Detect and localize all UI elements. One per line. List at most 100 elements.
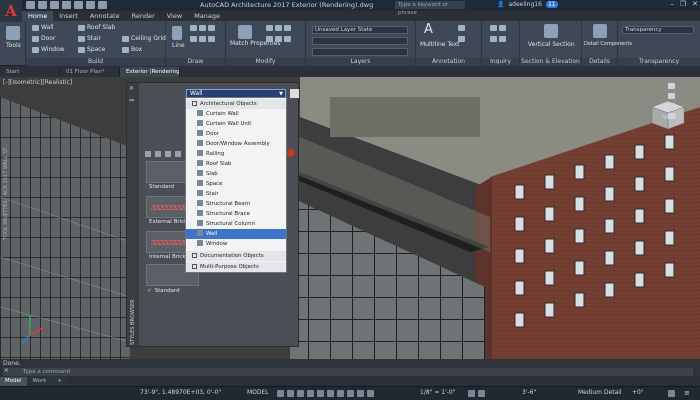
id-point-icon[interactable] bbox=[490, 36, 497, 42]
dimension-icon[interactable] bbox=[458, 25, 465, 31]
rotate-icon[interactable] bbox=[284, 25, 291, 31]
display-configuration-dropdown[interactable]: Medium Detail bbox=[578, 389, 622, 396]
tab-home[interactable]: Home bbox=[22, 11, 54, 21]
modify-panel-title[interactable]: Modify bbox=[226, 58, 305, 66]
tab-insert[interactable]: Insert bbox=[53, 11, 84, 21]
list-item-door[interactable]: Door bbox=[186, 129, 286, 139]
list-item-space[interactable]: Space bbox=[186, 179, 286, 189]
spline-icon[interactable] bbox=[208, 36, 215, 42]
list-item-curtain-wall-unit[interactable]: Curtain Wall Unit bbox=[186, 119, 286, 129]
list-item-railing[interactable]: Railing bbox=[186, 149, 286, 159]
door-button[interactable]: Door bbox=[32, 35, 55, 42]
annotation-scale-icon[interactable] bbox=[367, 390, 374, 397]
layer-tools-row[interactable] bbox=[312, 48, 408, 56]
otrack-icon[interactable] bbox=[327, 390, 334, 397]
layers-panel-title[interactable]: Layers bbox=[306, 58, 415, 66]
zoom-icon[interactable] bbox=[668, 103, 675, 109]
multiline-text-button[interactable]: Multiline Text bbox=[420, 41, 460, 48]
orbit-icon[interactable] bbox=[668, 113, 675, 119]
section-elevation-panel-title[interactable]: Section & Elevation bbox=[520, 58, 581, 66]
window-button[interactable]: Window bbox=[32, 46, 65, 53]
minimize-button[interactable]: – bbox=[670, 0, 674, 8]
box-button[interactable]: Box bbox=[122, 46, 142, 53]
tab-view[interactable]: View bbox=[161, 11, 188, 21]
steering-wheel-icon[interactable] bbox=[668, 83, 675, 89]
copy-style-icon[interactable] bbox=[155, 151, 161, 157]
vertical-section-button[interactable]: Vertical Section bbox=[528, 41, 575, 48]
list-icon[interactable] bbox=[499, 36, 506, 42]
notification-badge[interactable]: 11 bbox=[545, 1, 558, 8]
add-layout-button[interactable]: + bbox=[52, 377, 68, 386]
doc-tab-start[interactable]: Start bbox=[0, 67, 60, 77]
measure-icon[interactable] bbox=[490, 25, 497, 31]
cut-plane-readout[interactable]: +0" bbox=[632, 389, 644, 396]
ceiling-grid-button[interactable]: Ceiling Grid bbox=[122, 35, 166, 42]
stair-button[interactable]: Stair bbox=[78, 35, 101, 42]
command-close-icon[interactable]: ✕ bbox=[4, 368, 9, 374]
customization-icon[interactable]: ≡ bbox=[684, 389, 690, 397]
palette-close-icon[interactable]: ✕ bbox=[129, 85, 134, 92]
doc-tab-floor-plan[interactable]: 01 Floor Plan* bbox=[60, 67, 120, 77]
arc-icon[interactable] bbox=[199, 25, 206, 31]
rectangle-icon[interactable] bbox=[208, 25, 215, 31]
list-item-slab[interactable]: Slab bbox=[186, 169, 286, 179]
wall-button[interactable]: Wall bbox=[32, 24, 54, 31]
transparency-field[interactable]: Transparency bbox=[622, 26, 694, 34]
user-account[interactable]: 👤 adeeling16 11 bbox=[497, 1, 558, 8]
lineweight-icon[interactable] bbox=[337, 390, 344, 397]
hatch-icon[interactable] bbox=[199, 36, 206, 42]
print-icon[interactable] bbox=[74, 1, 83, 9]
annotation-panel-title[interactable]: Annotation bbox=[416, 58, 481, 66]
list-item-wall[interactable]: Wall bbox=[186, 229, 286, 239]
move-icon[interactable] bbox=[266, 25, 273, 31]
line-button[interactable]: Line bbox=[172, 42, 185, 49]
save-as-icon[interactable] bbox=[62, 1, 71, 9]
offset-icon[interactable] bbox=[275, 36, 282, 42]
trim-icon[interactable] bbox=[266, 36, 273, 42]
palette-options-button[interactable] bbox=[290, 89, 299, 98]
current-style-label[interactable]: ✔ Standard bbox=[147, 288, 180, 294]
list-item-door-window-assembly[interactable]: Door/Window Assembly bbox=[186, 139, 286, 149]
viewport-controls-label[interactable]: [-][Isometric][Realistic] bbox=[3, 79, 72, 86]
close-button[interactable]: ✕ bbox=[692, 0, 698, 8]
list-item-curtain-wall[interactable]: Curtain Wall bbox=[186, 109, 286, 119]
new-style-icon[interactable] bbox=[145, 151, 151, 157]
erase-icon[interactable] bbox=[284, 36, 291, 42]
layout-tab-work[interactable]: Work bbox=[27, 377, 52, 386]
workspace-icon[interactable] bbox=[468, 390, 475, 397]
list-item-structural-brace[interactable]: Structural Brace bbox=[186, 209, 286, 219]
application-menu-button[interactable]: A bbox=[0, 0, 22, 22]
open-file-icon[interactable] bbox=[38, 1, 47, 9]
build-panel-title[interactable]: Build bbox=[26, 58, 165, 66]
palette-status-icon[interactable] bbox=[287, 149, 295, 157]
model-space-toggle[interactable]: MODEL bbox=[247, 389, 269, 396]
isolate-icon[interactable] bbox=[478, 390, 485, 397]
inquiry-panel-title[interactable]: Inquiry bbox=[482, 58, 519, 66]
transparency-icon[interactable] bbox=[347, 390, 354, 397]
doc-tab-exterior[interactable]: Exterior (Rendering)* bbox=[120, 67, 180, 77]
osnap-icon[interactable] bbox=[317, 390, 324, 397]
current-layer-dropdown[interactable] bbox=[312, 37, 408, 45]
grid-icon[interactable] bbox=[277, 390, 284, 397]
tab-render[interactable]: Render bbox=[126, 11, 161, 21]
area-icon[interactable] bbox=[499, 25, 506, 31]
list-item-stair[interactable]: Stair bbox=[186, 189, 286, 199]
redo-icon[interactable] bbox=[98, 1, 107, 9]
leader-icon[interactable] bbox=[458, 36, 465, 42]
list-item-roof-slab[interactable]: Roof Slab bbox=[186, 159, 286, 169]
annotation-scale-dropdown[interactable]: 1/8" = 1'-0" bbox=[420, 389, 455, 396]
filter-icon[interactable] bbox=[165, 151, 171, 157]
selection-cycling-icon[interactable] bbox=[357, 390, 364, 397]
copy-icon[interactable] bbox=[275, 25, 282, 31]
drawing-viewport[interactable]: [-][Isometric][Realistic] View bbox=[0, 77, 700, 359]
category-documentation-objects[interactable]: Documentation Objects bbox=[186, 251, 286, 261]
details-panel-title[interactable]: Details bbox=[582, 58, 617, 66]
space-button[interactable]: Space bbox=[78, 46, 105, 53]
refresh-icon[interactable] bbox=[175, 151, 181, 157]
undo-icon[interactable] bbox=[86, 1, 95, 9]
polar-icon[interactable] bbox=[307, 390, 314, 397]
save-icon[interactable] bbox=[50, 1, 59, 9]
list-item-structural-column[interactable]: Structural Column bbox=[186, 219, 286, 229]
ortho-icon[interactable] bbox=[297, 390, 304, 397]
palette-autohide-icon[interactable]: ⇔ bbox=[129, 97, 134, 104]
